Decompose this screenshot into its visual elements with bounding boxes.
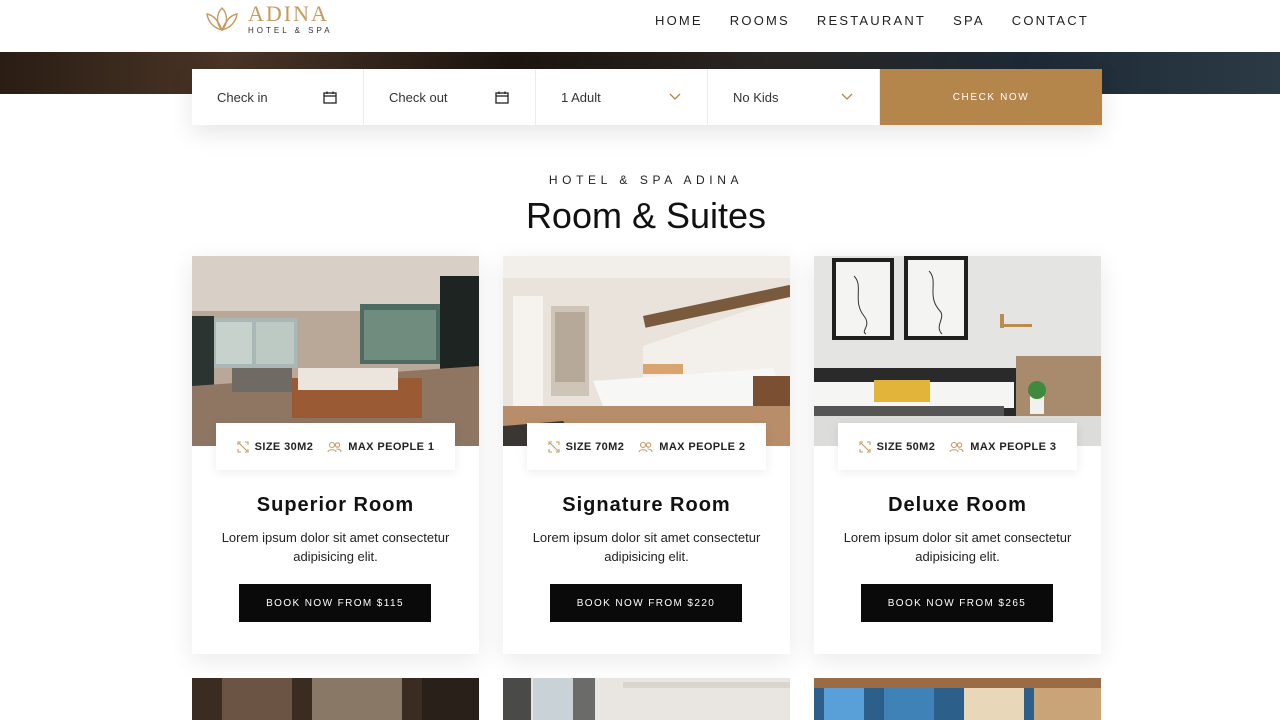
brand-name: ADINA	[248, 1, 329, 26]
main-nav: HOME ROOMS RESTAURANT SPA CONTACT	[655, 0, 1089, 40]
nav-contact[interactable]: CONTACT	[1012, 13, 1089, 28]
room-capacity-label: MAX PEOPLE 1	[348, 440, 435, 453]
nav-home[interactable]: HOME	[655, 13, 703, 28]
room-capacity: MAX PEOPLE 3	[949, 441, 1056, 453]
nav-restaurant[interactable]: RESTAURANT	[817, 13, 926, 28]
people-icon	[327, 441, 342, 452]
room-size: SIZE 50M2	[859, 441, 936, 453]
chevron-down-icon	[841, 93, 853, 100]
room-size-label: SIZE 50M2	[876, 440, 936, 453]
booking-form: Check in Check out 1 Adult No Kids CHECK…	[192, 69, 1102, 125]
check-in-label: Check in	[217, 89, 268, 105]
people-icon	[949, 441, 964, 452]
room-card-deluxe: SIZE 50M2 MAX PEOPLE 3 Deluxe Room Lorem…	[814, 256, 1101, 654]
book-now-button[interactable]: BOOK NOW FROM $265	[861, 584, 1053, 622]
room-capacity-label: MAX PEOPLE 3	[970, 440, 1057, 453]
room-photo[interactable]	[503, 256, 790, 446]
check-out-label: Check out	[389, 89, 448, 105]
people-icon	[638, 441, 653, 452]
room-photo-partial[interactable]	[814, 678, 1101, 720]
room-meta: SIZE 30M2 MAX PEOPLE 1	[216, 423, 455, 470]
expand-icon	[859, 440, 871, 453]
site-header: ADINA HOTEL & SPA HOME ROOMS RESTAURANT …	[0, 0, 1280, 52]
check-now-button[interactable]: CHECK NOW	[880, 69, 1102, 125]
book-now-button[interactable]: BOOK NOW FROM $220	[550, 584, 742, 622]
expand-icon	[548, 440, 560, 453]
room-photo-partial[interactable]	[192, 678, 479, 720]
section-overline: HOTEL & SPA ADINA	[548, 173, 744, 187]
adults-select[interactable]: 1 Adult	[536, 69, 708, 125]
brand-tagline: HOTEL & SPA	[248, 26, 333, 35]
room-card-superior: SIZE 30M2 MAX PEOPLE 1 Superior Room Lor…	[192, 256, 479, 654]
expand-icon	[237, 440, 249, 453]
room-photo[interactable]	[814, 256, 1101, 446]
room-card-signature: SIZE 70M2 MAX PEOPLE 2 Signature Room Lo…	[503, 256, 790, 654]
room-capacity: MAX PEOPLE 1	[327, 441, 434, 453]
room-meta: SIZE 70M2 MAX PEOPLE 2	[527, 423, 766, 470]
room-size-label: SIZE 30M2	[254, 440, 314, 453]
room-capacity-label: MAX PEOPLE 2	[659, 440, 746, 453]
room-description: Lorem ipsum dolor sit amet consectetur a…	[221, 530, 450, 564]
book-now-button[interactable]: BOOK NOW FROM $115	[239, 584, 431, 622]
room-name[interactable]: Deluxe Room	[814, 494, 1101, 517]
room-name[interactable]: Superior Room	[192, 494, 479, 517]
kids-select[interactable]: No Kids	[708, 69, 880, 125]
room-capacity: MAX PEOPLE 2	[638, 441, 745, 453]
room-name[interactable]: Signature Room	[503, 494, 790, 517]
room-description: Lorem ipsum dolor sit amet consectetur a…	[843, 530, 1072, 564]
section-title: Room & Suites	[525, 195, 767, 236]
room-size-label: SIZE 70M2	[565, 440, 625, 453]
nav-rooms[interactable]: ROOMS	[730, 13, 790, 28]
calendar-icon	[495, 91, 509, 104]
room-size: SIZE 70M2	[548, 441, 625, 453]
calendar-icon	[323, 91, 337, 104]
room-photo[interactable]	[192, 256, 479, 446]
room-meta: SIZE 50M2 MAX PEOPLE 3	[838, 423, 1077, 470]
adults-value: 1 Adult	[561, 89, 601, 105]
brand-logo[interactable]: ADINA HOTEL & SPA	[202, 3, 333, 35]
kids-value: No Kids	[733, 89, 779, 105]
room-size: SIZE 30M2	[237, 441, 314, 453]
check-in-field[interactable]: Check in	[192, 69, 364, 125]
lotus-icon	[206, 7, 238, 32]
nav-spa[interactable]: SPA	[953, 13, 985, 28]
check-out-field[interactable]: Check out	[364, 69, 536, 125]
chevron-down-icon	[669, 93, 681, 100]
room-photo-partial[interactable]	[503, 678, 790, 720]
room-description: Lorem ipsum dolor sit amet consectetur a…	[532, 530, 761, 564]
